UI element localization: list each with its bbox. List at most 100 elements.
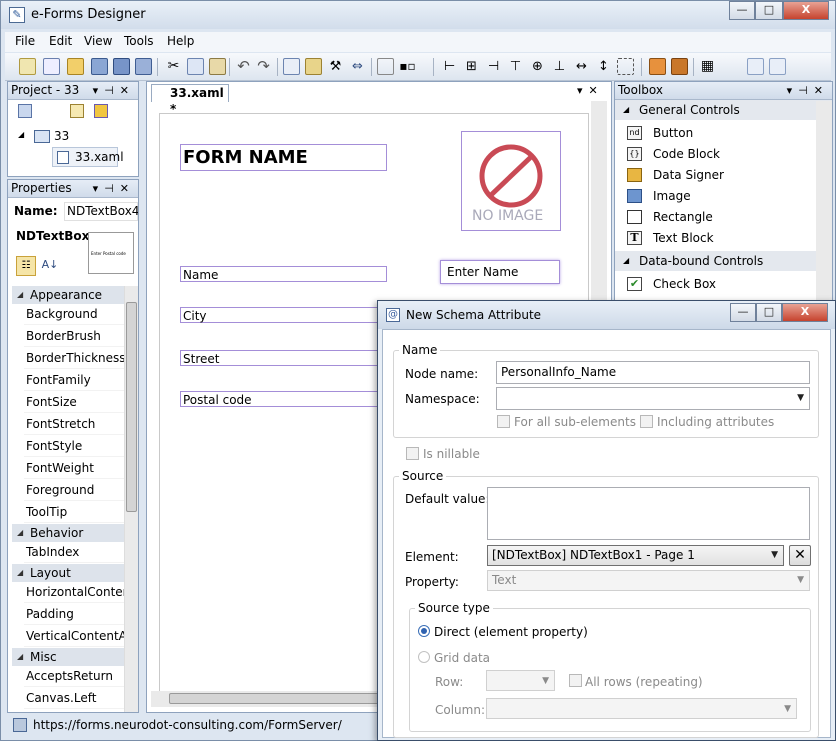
- prop-padding[interactable]: Padding: [24, 604, 124, 625]
- field-city[interactable]: City: [180, 307, 387, 323]
- toolbox-check-box[interactable]: ✔ Check Box: [625, 274, 716, 294]
- is-nillable-checkbox[interactable]: [406, 447, 419, 460]
- undo-icon[interactable]: ↶: [235, 58, 252, 75]
- category-behavior[interactable]: Behavior: [12, 524, 124, 542]
- h-scroll-thumb[interactable]: [169, 693, 379, 704]
- tools-icon[interactable]: ⚒: [327, 58, 344, 75]
- save-icon[interactable]: [113, 58, 130, 75]
- maximize-button[interactable]: □: [755, 1, 783, 20]
- row-combo[interactable]: ▼: [486, 670, 555, 691]
- grid-icon[interactable]: ▦: [699, 58, 716, 75]
- field-street[interactable]: Street: [180, 350, 387, 366]
- new-icon[interactable]: [19, 58, 36, 75]
- category-appearance[interactable]: Appearance: [12, 286, 124, 304]
- property-combo[interactable]: Text ▼: [487, 570, 810, 591]
- print-icon[interactable]: [135, 58, 152, 75]
- menu-tools[interactable]: Tools: [124, 34, 154, 48]
- designer-controls-icon[interactable]: ▾✕: [577, 84, 604, 97]
- send-back-icon[interactable]: [671, 58, 688, 75]
- project-toolbar-icon[interactable]: [18, 104, 32, 118]
- direct-radio[interactable]: [418, 625, 430, 637]
- chevron-down-icon[interactable]: ▼: [542, 671, 549, 692]
- project-root-label[interactable]: 33: [54, 129, 69, 143]
- toolbox-image[interactable]: Image: [625, 186, 691, 206]
- menu-edit[interactable]: Edit: [49, 34, 72, 48]
- prop-acceptsreturn[interactable]: AcceptsReturn: [24, 666, 124, 687]
- form-name-field[interactable]: FORM NAME: [180, 144, 387, 171]
- dialog-close-button[interactable]: X: [782, 303, 828, 322]
- toolbox-code-block[interactable]: {} Code Block: [625, 144, 720, 164]
- panel-controls-icon[interactable]: ▾⊣✕: [93, 180, 135, 197]
- prop-borderthickness[interactable]: BorderThickness: [24, 348, 126, 369]
- default-value-input[interactable]: [487, 487, 810, 540]
- category-misc[interactable]: Misc: [12, 648, 124, 666]
- menu-file[interactable]: File: [15, 34, 35, 48]
- group-general-controls[interactable]: General Controls: [615, 100, 832, 120]
- align-icon[interactable]: ⇔: [349, 58, 366, 75]
- layout-icon[interactable]: [377, 58, 394, 75]
- file-item[interactable]: 33.xaml: [52, 147, 124, 167]
- namespace-combo[interactable]: ▼: [496, 387, 810, 410]
- element-combo[interactable]: [NDTextBox] NDTextBox1 - Page 1 ▼: [487, 545, 784, 566]
- prop-borderbrush[interactable]: BorderBrush: [24, 326, 124, 347]
- toolbox-rectangle[interactable]: Rectangle: [625, 207, 713, 227]
- prop-foreground[interactable]: Foreground: [24, 480, 124, 501]
- dialog-maximize-button[interactable]: □: [756, 303, 782, 322]
- new-form-icon[interactable]: [43, 58, 60, 75]
- chevron-down-icon[interactable]: ▼: [797, 388, 804, 409]
- enter-name-field[interactable]: Enter Name: [440, 260, 560, 284]
- panel-controls-icon[interactable]: ▾⊣✕: [787, 82, 829, 99]
- name-input[interactable]: NDTextBox4: [64, 202, 138, 221]
- prop-verticalcontent[interactable]: VerticalContentAlig: [24, 626, 124, 647]
- open-icon[interactable]: [67, 58, 84, 75]
- align-right-icon[interactable]: ⊣: [485, 58, 502, 75]
- bring-front-icon[interactable]: [649, 58, 666, 75]
- find-icon[interactable]: [283, 58, 300, 75]
- distribute-icon[interactable]: ▪▫: [399, 58, 416, 75]
- grid-data-radio[interactable]: [418, 651, 430, 663]
- clear-element-button[interactable]: ✕: [789, 545, 811, 566]
- toolbox-data-signer[interactable]: Data Signer: [625, 165, 724, 185]
- prop-fontstretch[interactable]: FontStretch: [24, 414, 124, 435]
- for-all-sub-elements-checkbox[interactable]: [497, 415, 510, 428]
- node-name-input[interactable]: PersonalInfo_Name: [496, 361, 810, 384]
- category-layout[interactable]: Layout: [12, 564, 124, 582]
- align-center-icon[interactable]: ⊞: [463, 58, 480, 75]
- add-file-icon[interactable]: [70, 104, 84, 118]
- same-width-icon[interactable]: ↔: [573, 58, 590, 75]
- prop-fontstyle[interactable]: FontStyle: [24, 436, 124, 457]
- close-button[interactable]: X: [783, 1, 829, 20]
- chevron-down-icon[interactable]: ▼: [771, 546, 778, 565]
- including-attributes-checkbox[interactable]: [640, 415, 653, 428]
- menu-help[interactable]: Help: [167, 34, 194, 48]
- chevron-down-icon[interactable]: ▼: [784, 699, 791, 720]
- properties-scrollbar[interactable]: [124, 286, 138, 712]
- align-left-icon[interactable]: ⊢: [441, 58, 458, 75]
- preview-icon[interactable]: [769, 58, 786, 75]
- prop-horizontalcontent[interactable]: HorizontalContent: [24, 582, 135, 603]
- image-placeholder[interactable]: NO IMAGE: [461, 131, 561, 231]
- paste-icon[interactable]: [209, 58, 226, 75]
- redo-icon[interactable]: ↷: [255, 58, 272, 75]
- save-all-icon[interactable]: [91, 58, 108, 75]
- panel-controls-icon[interactable]: ▾⊣✕: [93, 82, 135, 99]
- prop-fontfamily[interactable]: FontFamily: [24, 370, 124, 391]
- prop-background[interactable]: Background: [24, 304, 124, 325]
- toolbox-scrollbar[interactable]: [816, 101, 832, 301]
- properties-icon[interactable]: [94, 104, 108, 118]
- same-size-icon[interactable]: [617, 58, 634, 75]
- cut-icon[interactable]: ✂: [165, 58, 182, 75]
- prop-tabindex[interactable]: TabIndex: [24, 542, 124, 563]
- copy-icon[interactable]: [187, 58, 204, 75]
- prop-fontweight[interactable]: FontWeight: [24, 458, 124, 479]
- categorized-view-icon[interactable]: ☷: [16, 256, 36, 276]
- align-top-icon[interactable]: ⊤: [507, 58, 524, 75]
- prop-canvas-left[interactable]: Canvas.Left: [24, 688, 124, 709]
- field-postal-code[interactable]: Postal code: [180, 391, 387, 407]
- tab-33-xaml[interactable]: 33.xaml *: [151, 84, 229, 116]
- column-combo[interactable]: ▼: [486, 698, 797, 719]
- menu-view[interactable]: View: [84, 34, 112, 48]
- group-data-bound-controls[interactable]: Data-bound Controls: [615, 251, 832, 271]
- same-height-icon[interactable]: ↕: [595, 58, 612, 75]
- all-rows-checkbox[interactable]: [569, 674, 582, 687]
